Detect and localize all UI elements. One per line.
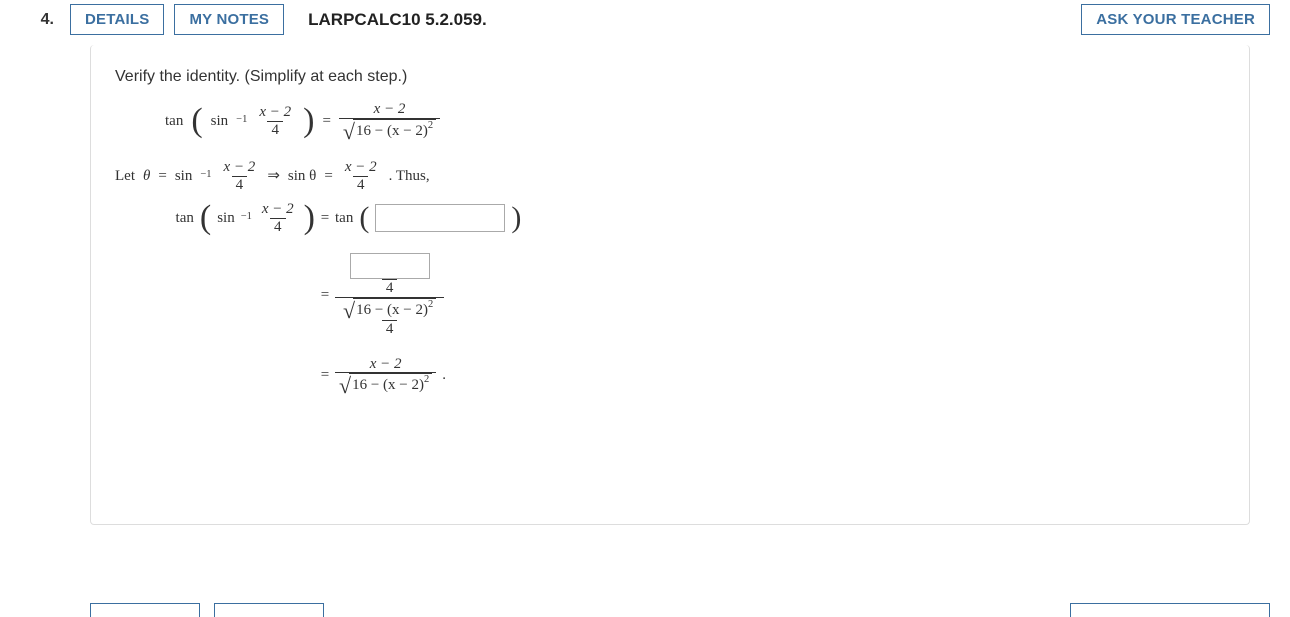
let-line: Let θ = sin−1 x − 2 4 ⇒ sin θ = x − 2 4 … <box>115 159 1225 193</box>
step1-lhs: tan ( sin −1 x − 2 4 ) <box>176 201 315 235</box>
my-notes-button[interactable]: MY NOTES <box>174 4 284 35</box>
sin-lhs: sin <box>217 207 235 230</box>
sqrt3: √ 16 − (x − 2)2 <box>339 373 432 396</box>
ghost-button-2[interactable] <box>214 603 324 617</box>
step2-inner-bot-num: √ 16 − (x − 2)2 <box>339 298 440 321</box>
sqrt-expr-2: 16 − (x − 2) <box>356 302 428 318</box>
let-frac-num: x − 2 <box>220 159 260 176</box>
neg1b: −1 <box>241 209 252 225</box>
answer-input-1[interactable] <box>375 204 505 232</box>
let-word: Let <box>115 165 135 188</box>
eq1: = <box>158 165 166 188</box>
sqrt-icon: √ <box>343 121 355 143</box>
paren-open: ( <box>191 104 202 138</box>
step1-eq: = <box>315 207 335 230</box>
equals-sign: = <box>322 110 330 133</box>
sqrt-body-2: 16 − (x − 2)2 <box>353 298 436 321</box>
question-content: Verify the identity. (Simplify at each s… <box>90 45 1250 525</box>
fn-sin: sin <box>211 110 229 133</box>
step2-rhs: 4 √ 16 − (x − 2)2 <box>335 253 1225 338</box>
fn-tan: tan <box>165 110 183 133</box>
sqrt-exp: 2 <box>428 120 433 131</box>
step3-rhs: x − 2 √ 16 − (x − 2)2 . <box>335 356 1225 396</box>
step1-frac: x − 2 4 <box>258 201 298 235</box>
p-open: ( <box>200 201 211 235</box>
step3-den: √ 16 − (x − 2)2 <box>335 372 436 396</box>
let-frac: x − 2 4 <box>220 159 260 193</box>
paren-close: ) <box>303 104 314 138</box>
sqrt2: √ 16 − (x − 2)2 <box>343 298 436 321</box>
ghost-button-1[interactable] <box>90 603 200 617</box>
step2-outer-frac: 4 √ 16 − (x − 2)2 <box>335 253 444 338</box>
arg-num: x − 2 <box>255 104 295 121</box>
step2-inner-top: 4 <box>346 253 434 297</box>
ghost-button-3[interactable] <box>1070 603 1270 617</box>
tan-lhs: tan <box>176 207 194 230</box>
paren-open-2: ( <box>359 203 369 233</box>
power-neg1: −1 <box>236 112 247 128</box>
question-number: 4. <box>20 11 60 29</box>
step2-inner-bot-den: 4 <box>382 320 398 338</box>
let-rhs-den: 4 <box>353 176 369 194</box>
prompt-text: Verify the identity. (Simplify at each s… <box>115 65 1225 89</box>
rhs-fraction: x − 2 √ 16 − (x − 2)2 <box>339 101 440 141</box>
arg-fraction: x − 2 4 <box>255 104 295 138</box>
exp2: 2 <box>428 299 433 310</box>
step2-eq: = <box>315 284 335 307</box>
let-rhs-num: x − 2 <box>341 159 381 176</box>
sin-theta: sin θ <box>288 165 316 188</box>
sin-label: sin <box>175 165 193 188</box>
paren-close-2: ) <box>511 203 521 233</box>
step2-inner-top-den: 4 <box>382 279 398 297</box>
arrow: ⇒ <box>267 165 280 188</box>
rhs-num: x − 2 <box>370 101 410 118</box>
sqrt-expr-3: 16 − (x − 2) <box>352 377 424 393</box>
step1-rhs: tan ( ) <box>335 203 1225 233</box>
derivation: tan ( sin −1 x − 2 4 ) = tan ( ) = <box>115 201 1225 396</box>
ask-teacher-button[interactable]: ASK YOUR TEACHER <box>1081 4 1270 35</box>
rhs-den: √ 16 − (x − 2)2 <box>339 118 440 142</box>
step2-outer-den: √ 16 − (x − 2)2 4 <box>335 297 444 338</box>
identity-equation: tan ( sin −1 x − 2 4 ) = x − 2 √ 16 − (x… <box>165 101 1225 141</box>
step3-eq: = <box>315 364 335 387</box>
let-rhs-frac: x − 2 4 <box>341 159 381 193</box>
p-close: ) <box>304 201 315 235</box>
sqrt-body: 16 − (x − 2)2 <box>353 119 436 142</box>
answer-wrap <box>346 253 434 279</box>
neg1: −1 <box>200 167 211 183</box>
question-header: 4. DETAILS MY NOTES LARPCALC10 5.2.059. … <box>20 0 1270 45</box>
step2-outer-num: 4 <box>342 253 438 297</box>
step1-den: 4 <box>270 218 286 236</box>
eq2: = <box>324 165 332 188</box>
exp3: 2 <box>424 374 429 385</box>
arg-den: 4 <box>267 121 283 139</box>
step3-frac: x − 2 √ 16 − (x − 2)2 <box>335 356 436 396</box>
sqrt-body-3: 16 − (x − 2)2 <box>349 373 432 396</box>
next-question-header <box>20 603 1270 617</box>
final-period: . <box>442 364 446 387</box>
page-root: 4. DETAILS MY NOTES LARPCALC10 5.2.059. … <box>0 0 1290 617</box>
step1-num: x − 2 <box>258 201 298 218</box>
thus: . Thus, <box>389 165 430 188</box>
theta: θ <box>143 165 150 188</box>
answer-input-2[interactable] <box>350 253 430 279</box>
tan-rhs: tan <box>335 207 353 230</box>
step2-inner-bot: √ 16 − (x − 2)2 4 <box>339 298 440 338</box>
sqrt-icon-2: √ <box>343 300 355 322</box>
source-code: LARPCALC10 5.2.059. <box>308 10 487 30</box>
sqrt-expr: 16 − (x − 2) <box>356 123 428 139</box>
let-frac-den: 4 <box>232 176 248 194</box>
sqrt-icon-3: √ <box>339 375 351 397</box>
sqrt-wrapper: √ 16 − (x − 2)2 <box>343 119 436 142</box>
details-button[interactable]: DETAILS <box>70 4 164 35</box>
step3-num: x − 2 <box>366 356 406 373</box>
